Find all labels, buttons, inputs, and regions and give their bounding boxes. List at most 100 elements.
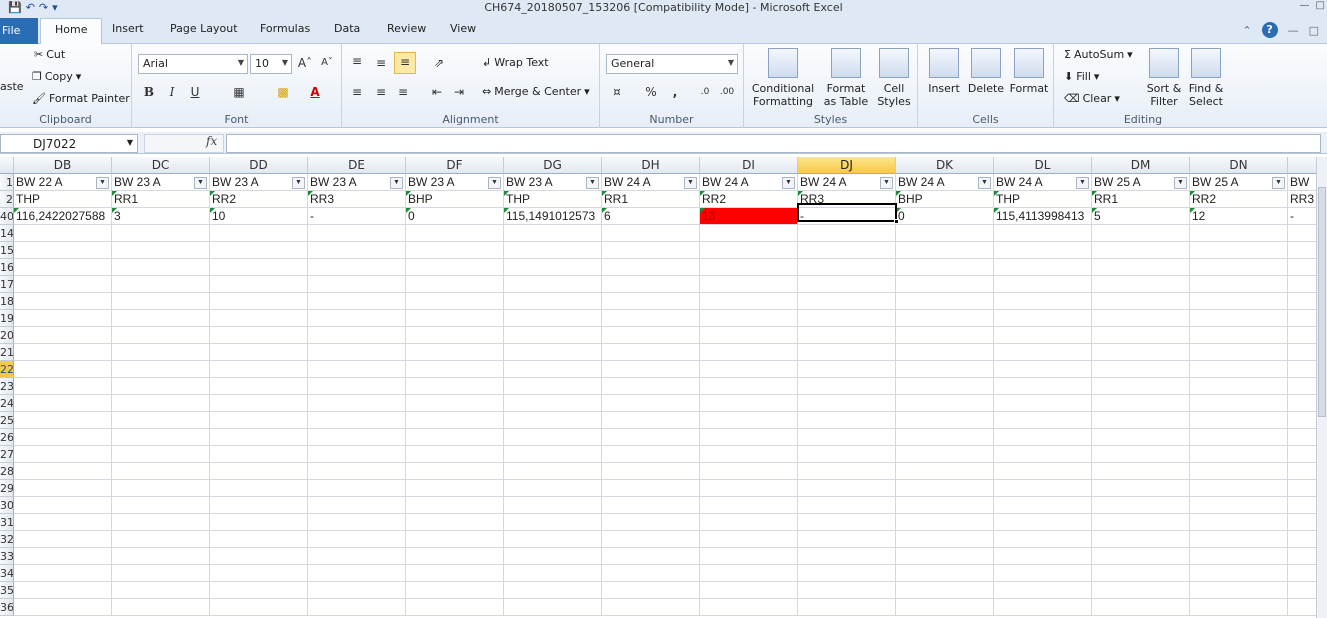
empty-cell[interactable] (14, 429, 112, 446)
empty-cell[interactable] (896, 463, 994, 480)
empty-cell[interactable] (994, 242, 1092, 259)
empty-cell[interactable] (896, 259, 994, 276)
empty-cell[interactable] (504, 412, 602, 429)
empty-cell[interactable] (1288, 480, 1316, 497)
table-cell[interactable]: RR1 (112, 191, 210, 208)
empty-cell[interactable] (1190, 412, 1288, 429)
empty-cell[interactable] (1190, 395, 1288, 412)
empty-cell[interactable] (896, 429, 994, 446)
table-cell[interactable]: BW 23 A ▼ (504, 174, 602, 191)
empty-cell[interactable] (602, 293, 700, 310)
filter-dropdown-icon[interactable]: ▼ (390, 177, 403, 189)
orientation-icon[interactable]: ⇗ (430, 54, 448, 72)
row-header-36[interactable]: 36 (0, 599, 14, 616)
row-header-26[interactable]: 26 (0, 429, 14, 446)
empty-cell[interactable] (504, 361, 602, 378)
filter-dropdown-icon[interactable]: ▼ (488, 177, 501, 189)
empty-cell[interactable] (896, 497, 994, 514)
empty-cell[interactable] (1190, 327, 1288, 344)
empty-cell[interactable] (210, 446, 308, 463)
empty-cell[interactable] (210, 480, 308, 497)
empty-cell[interactable] (112, 310, 210, 327)
empty-cell[interactable] (1288, 599, 1316, 616)
empty-cell[interactable] (504, 327, 602, 344)
table-cell[interactable]: BHP (406, 191, 504, 208)
empty-cell[interactable] (896, 531, 994, 548)
empty-cell[interactable] (602, 599, 700, 616)
table-cell[interactable]: - (308, 208, 406, 225)
filter-dropdown-icon[interactable]: ▼ (684, 177, 697, 189)
minimize-ribbon-icon[interactable]: ⌃ (1242, 24, 1251, 37)
empty-cell[interactable] (602, 310, 700, 327)
empty-cell[interactable] (308, 497, 406, 514)
empty-cell[interactable] (308, 242, 406, 259)
empty-cell[interactable] (700, 378, 798, 395)
decrease-decimal-icon[interactable]: .00 (718, 83, 736, 101)
tab-data[interactable]: Data (334, 22, 360, 35)
empty-cell[interactable] (14, 259, 112, 276)
empty-cell[interactable] (1190, 599, 1288, 616)
empty-cell[interactable] (602, 259, 700, 276)
table-cell[interactable]: 5 (1092, 208, 1190, 225)
empty-cell[interactable] (406, 599, 504, 616)
empty-cell[interactable] (602, 514, 700, 531)
empty-cell[interactable] (1288, 276, 1316, 293)
empty-cell[interactable] (1288, 242, 1316, 259)
empty-cell[interactable] (602, 378, 700, 395)
align-right-icon[interactable]: ≡ (394, 83, 412, 101)
empty-cell[interactable] (308, 565, 406, 582)
empty-cell[interactable] (798, 548, 896, 565)
empty-cell[interactable] (14, 361, 112, 378)
filter-dropdown-icon[interactable]: ▼ (1272, 177, 1285, 189)
empty-cell[interactable] (798, 225, 896, 242)
tab-file[interactable]: File (0, 18, 38, 44)
empty-cell[interactable] (896, 361, 994, 378)
table-cell[interactable]: BW▼ (1288, 174, 1316, 191)
table-cell[interactable]: 10 (210, 208, 308, 225)
sort-filter-button[interactable]: Sort & Filter (1144, 48, 1184, 108)
table-cell[interactable]: BW 24 A ▼ (994, 174, 1092, 191)
empty-cell[interactable] (1092, 582, 1190, 599)
empty-cell[interactable] (308, 344, 406, 361)
empty-cell[interactable] (798, 395, 896, 412)
help-icon[interactable]: ? (1261, 22, 1278, 38)
empty-cell[interactable] (112, 480, 210, 497)
empty-cell[interactable] (112, 446, 210, 463)
empty-cell[interactable] (210, 361, 308, 378)
empty-cell[interactable] (1190, 242, 1288, 259)
empty-cell[interactable] (1190, 548, 1288, 565)
empty-cell[interactable] (308, 582, 406, 599)
row-header-31[interactable]: 31 (0, 514, 14, 531)
empty-cell[interactable] (14, 276, 112, 293)
table-cell[interactable]: BW 24 A ▼ (700, 174, 798, 191)
empty-cell[interactable] (406, 463, 504, 480)
empty-cell[interactable] (406, 582, 504, 599)
empty-cell[interactable] (798, 514, 896, 531)
table-cell[interactable]: THP (994, 191, 1092, 208)
empty-cell[interactable] (700, 599, 798, 616)
empty-cell[interactable] (798, 259, 896, 276)
empty-cell[interactable] (700, 242, 798, 259)
empty-cell[interactable] (700, 429, 798, 446)
empty-cell[interactable] (210, 412, 308, 429)
empty-cell[interactable] (1288, 463, 1316, 480)
empty-cell[interactable] (210, 497, 308, 514)
empty-cell[interactable] (210, 582, 308, 599)
empty-cell[interactable] (602, 565, 700, 582)
empty-cell[interactable] (308, 259, 406, 276)
empty-cell[interactable] (896, 344, 994, 361)
row-header-17[interactable]: 17 (0, 276, 14, 293)
empty-cell[interactable] (210, 514, 308, 531)
table-cell[interactable]: 115,4113998413 (994, 208, 1092, 225)
table-cell[interactable]: BW 25 A ▼ (1190, 174, 1288, 191)
table-cell[interactable]: BW 22 A ▼ (14, 174, 112, 191)
increase-decimal-icon[interactable]: .0 (696, 83, 714, 101)
empty-cell[interactable] (798, 531, 896, 548)
empty-cell[interactable] (308, 310, 406, 327)
empty-cell[interactable] (308, 446, 406, 463)
name-box[interactable]: DJ7022 ▼ (0, 134, 138, 153)
empty-cell[interactable] (14, 565, 112, 582)
tab-review[interactable]: Review (387, 22, 426, 35)
empty-cell[interactable] (308, 599, 406, 616)
empty-cell[interactable] (1092, 293, 1190, 310)
